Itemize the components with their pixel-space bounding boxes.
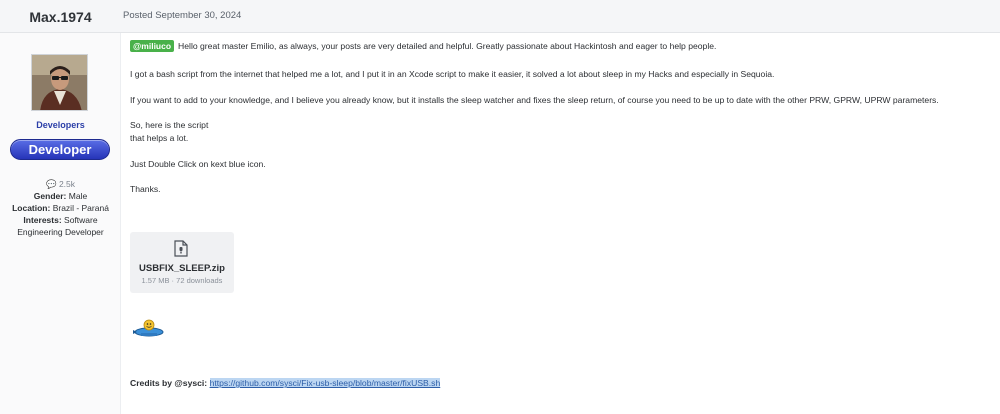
airplane-emoji-icon	[133, 319, 164, 337]
paragraph-3: If you want to add to your knowledge, an…	[130, 95, 939, 105]
interests-value-2: Engineering Developer	[17, 227, 104, 237]
credits-label: Credits by @sysci:	[130, 378, 208, 388]
avatar[interactable]	[31, 54, 88, 111]
interests-label: Interests:	[23, 215, 62, 225]
gender-row: Gender: Male	[0, 190, 121, 202]
gender-label: Gender:	[33, 191, 67, 201]
zip-file-icon	[174, 240, 188, 257]
location-label: Location:	[12, 203, 51, 213]
paragraph-2: I got a bash script from the internet th…	[130, 69, 775, 79]
gender-value: Male	[68, 191, 88, 201]
role-badge: Developer	[10, 139, 110, 160]
attachment-filename[interactable]: USBFIX_SLEEP.zip	[130, 263, 234, 274]
interests-row: Interests: Software	[0, 214, 121, 226]
location-value: Brazil - Paraná	[52, 203, 109, 213]
post-date[interactable]: Posted September 30, 2024	[123, 10, 241, 21]
credits-line: Credits by @sysci: https://github.com/sy…	[130, 378, 441, 388]
mention-link[interactable]: @miliuco	[130, 40, 175, 52]
interests-value-1: Software	[64, 215, 98, 225]
comment-icon: 💬	[45, 179, 57, 189]
paragraph-1-text: Hello great master Emilio, as always, yo…	[178, 41, 717, 51]
post-count-value: 2.5k	[58, 179, 76, 189]
author-group: Developers	[36, 120, 85, 130]
attachment-card[interactable]: USBFIX_SLEEP.zip 1.57 MB · 72 downloads	[130, 232, 234, 293]
attachment-meta: 1.57 MB · 72 downloads	[141, 276, 223, 285]
paragraph-4b: that helps a lot.	[130, 133, 189, 143]
author-name[interactable]: Max.1974	[0, 0, 121, 33]
author-stats: 💬 2.5k Gender: Male Location: Brazil - P…	[0, 178, 121, 238]
location-row: Location: Brazil - Paraná	[0, 202, 121, 214]
paragraph-6: Thanks.	[130, 184, 161, 194]
credits-link[interactable]: https://github.com/sysci/Fix-usb-sleep/b…	[209, 378, 441, 388]
paragraph-5: Just Double Click on kext blue icon.	[130, 159, 266, 169]
author-sidebar: Developers Developer 💬 2.5k Gender: Male…	[0, 33, 121, 414]
paragraph-4a: So, here is the script	[130, 120, 209, 130]
paragraph-1: @miliuco Hello great master Emilio, as al…	[130, 40, 716, 52]
post-count: 💬 2.5k	[0, 178, 121, 190]
